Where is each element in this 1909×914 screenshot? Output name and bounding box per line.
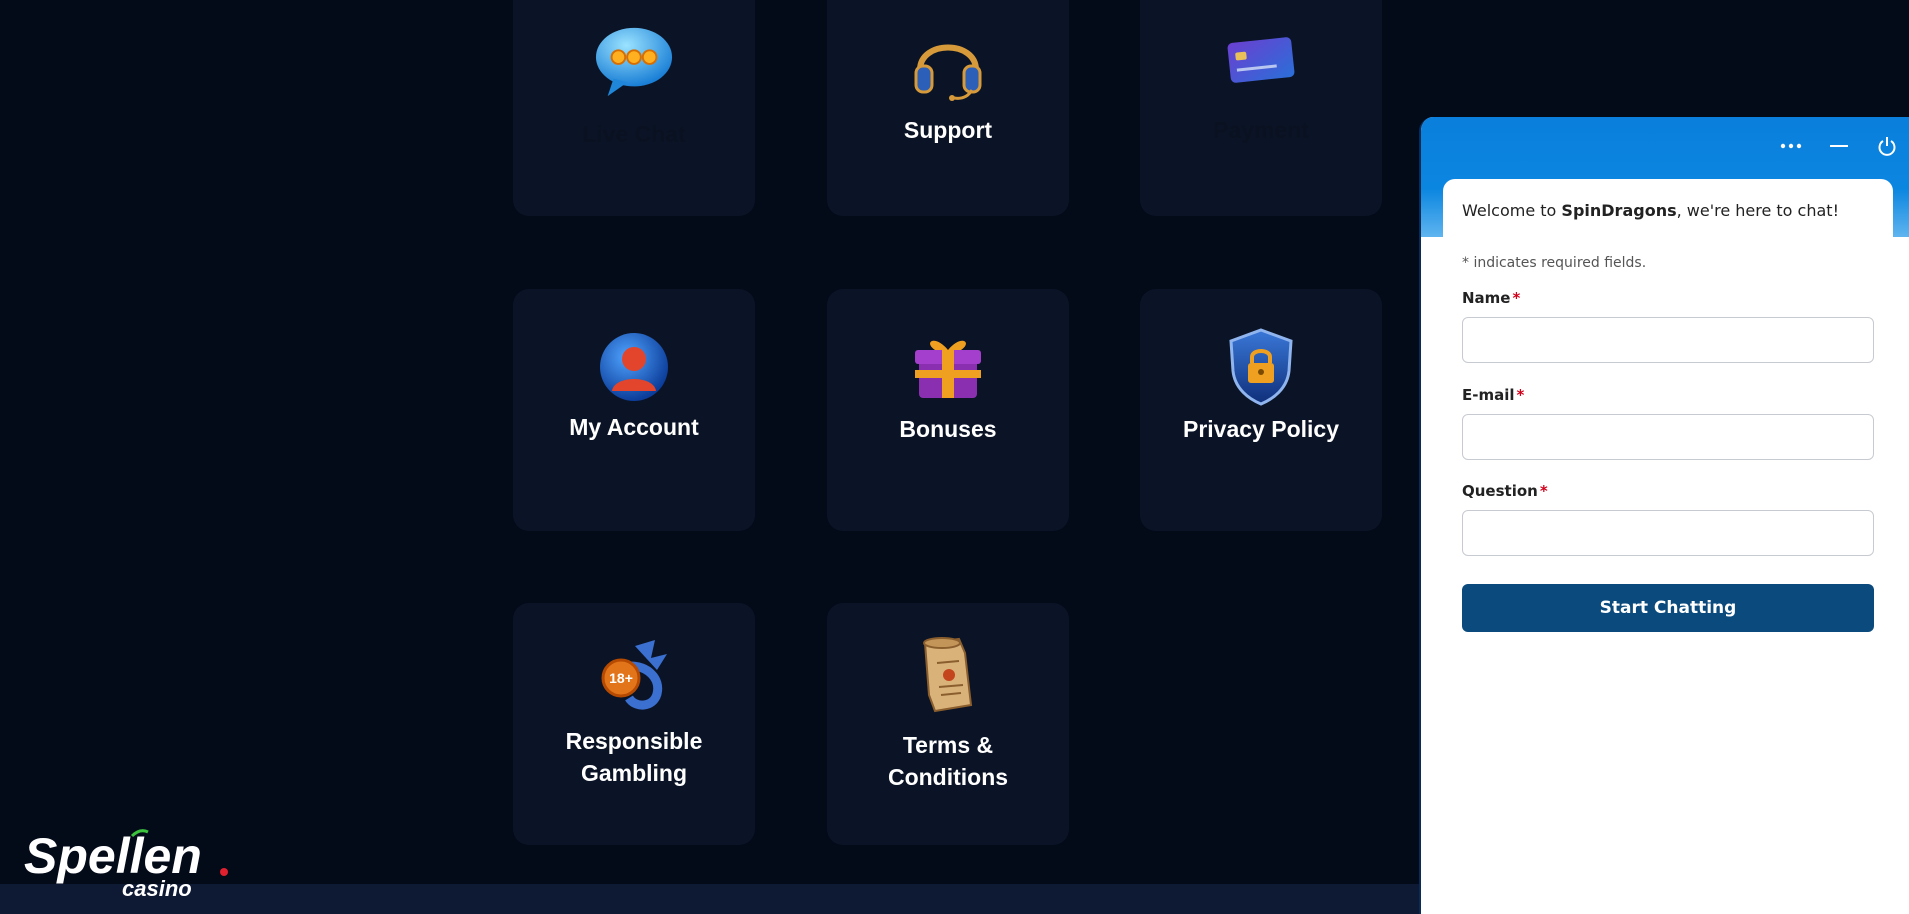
chat-widget: Welcome to SpinDragons, we're here to ch…	[1419, 117, 1909, 914]
start-chatting-button[interactable]: Start Chatting	[1462, 584, 1874, 632]
welcome-suffix: , we're here to chat!	[1676, 201, 1839, 220]
svg-text:18+: 18+	[609, 670, 633, 686]
card-label: Support	[903, 117, 993, 143]
card-label: Payment	[1213, 117, 1309, 143]
email-label-text: E-mail	[1462, 386, 1515, 404]
required-mark: *	[1516, 386, 1525, 404]
brand-logo: Spellen casino	[24, 828, 234, 901]
user-icon	[594, 327, 674, 407]
dragon-18-icon: 18+	[594, 635, 674, 715]
email-field[interactable]	[1462, 414, 1874, 460]
gift-icon	[908, 327, 988, 407]
name-field[interactable]	[1462, 317, 1874, 363]
name-label-text: Name	[1462, 289, 1511, 307]
card-payment[interactable]: Payment	[1140, 0, 1382, 216]
card-support[interactable]: Support	[827, 0, 1069, 216]
card-label: Responsible Gambling	[565, 728, 703, 786]
required-fields-note: * indicates required fields.	[1462, 255, 1647, 271]
shield-lock-icon	[1221, 327, 1301, 407]
more-icon[interactable]	[1767, 131, 1815, 161]
card-label: Bonuses	[899, 416, 997, 442]
card-label: Terms & Conditions	[887, 732, 1009, 790]
headset-icon	[908, 24, 988, 104]
card-live-chat[interactable]: Live Chat	[513, 0, 755, 216]
question-label-text: Question	[1462, 482, 1538, 500]
question-field[interactable]	[1462, 510, 1874, 556]
card-my-account[interactable]: My Account	[513, 289, 755, 531]
name-label: Name *	[1462, 289, 1520, 307]
credit-card-icon	[1221, 20, 1301, 100]
card-label: Live Chat	[582, 121, 686, 147]
email-label: E-mail *	[1462, 386, 1524, 404]
brand-name: SpinDragons	[1561, 201, 1677, 220]
card-bonuses[interactable]: Bonuses	[827, 289, 1069, 531]
chat-bubble-icon	[594, 22, 674, 102]
welcome-message: Welcome to SpinDragons, we're here to ch…	[1462, 201, 1839, 220]
required-mark: *	[1512, 289, 1521, 307]
welcome-prefix: Welcome to	[1462, 201, 1562, 220]
card-label: Privacy Policy	[1183, 416, 1339, 442]
required-mark: *	[1539, 482, 1548, 500]
scroll-icon	[908, 635, 988, 715]
minimize-icon[interactable]	[1815, 131, 1863, 161]
question-label: Question *	[1462, 482, 1548, 500]
card-label: My Account	[569, 414, 699, 440]
svg-text:casino: casino	[122, 876, 192, 900]
card-terms-conditions[interactable]: Terms & Conditions	[827, 603, 1069, 845]
card-responsible-gambling[interactable]: 18+ Responsible Gambling	[513, 603, 755, 845]
chat-header-controls	[1767, 131, 1909, 161]
card-privacy-policy[interactable]: Privacy Policy	[1140, 289, 1382, 531]
chat-form: Welcome to SpinDragons, we're here to ch…	[1443, 179, 1893, 914]
power-icon[interactable]	[1863, 131, 1909, 161]
